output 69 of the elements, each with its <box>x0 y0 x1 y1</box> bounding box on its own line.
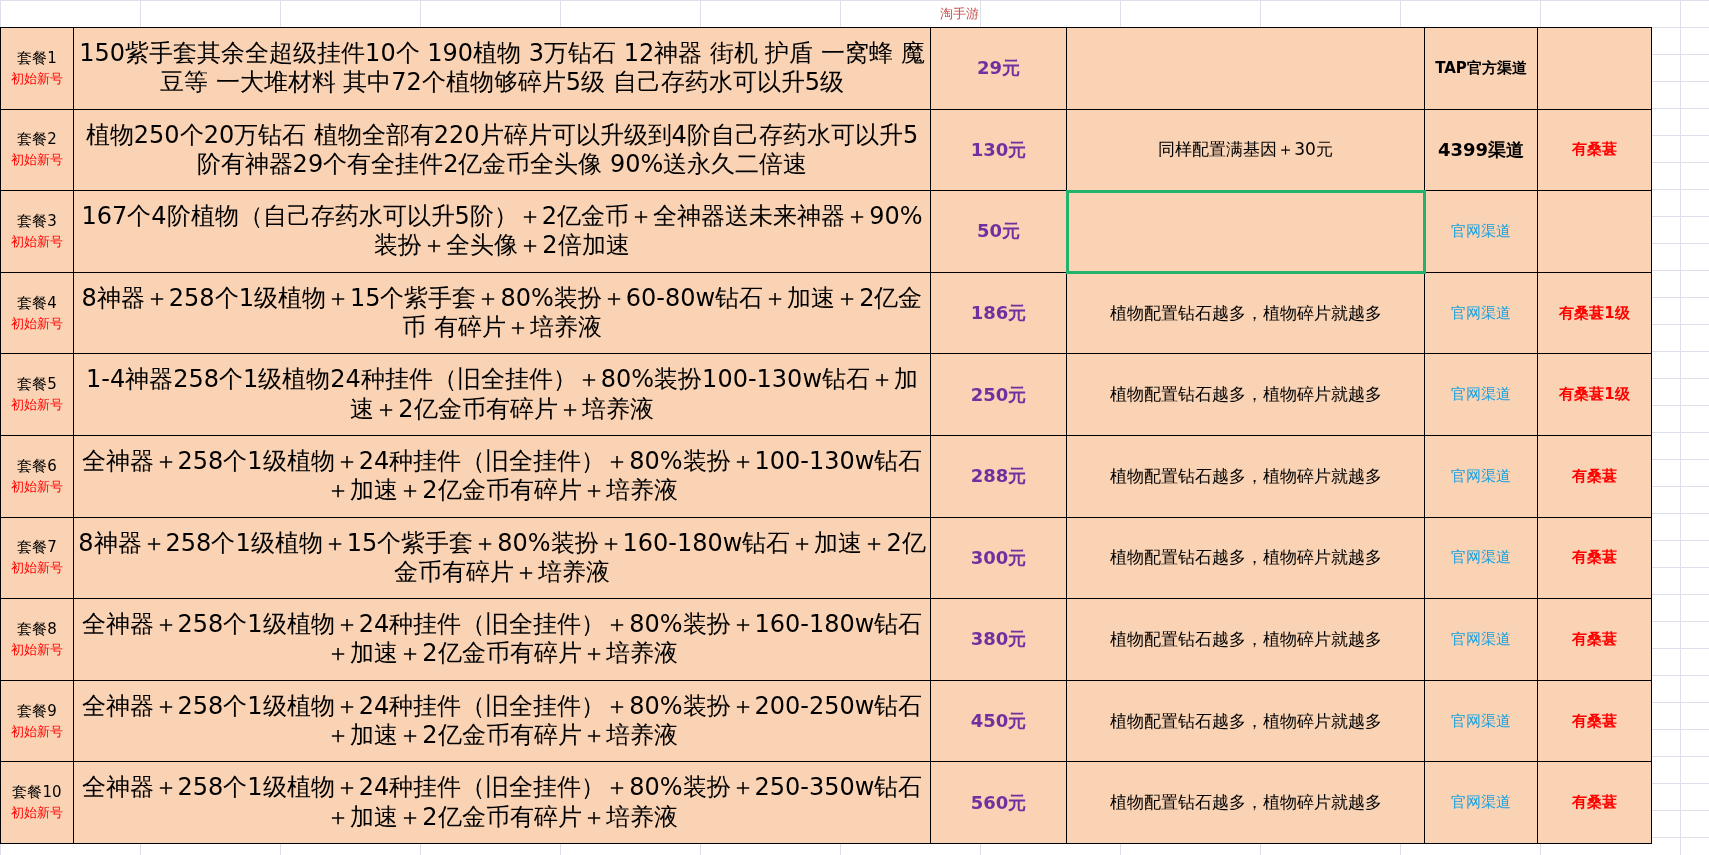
table-cell[interactable]: 植物配置钻石越多，植物碎片就越多 <box>1067 354 1425 436</box>
table-cell: 有桑葚 <box>1538 762 1652 844</box>
table-cell[interactable]: 植物配置钻石越多，植物碎片就越多 <box>1067 762 1425 844</box>
table-cell: 官网渠道 <box>1425 272 1538 355</box>
table-cell: 167个4阶植物（自己存药水可以升5阶）＋2亿金币＋全神器送未来神器＋90%装扮＋全头像＋2倍加速 <box>74 191 931 273</box>
table-cell[interactable]: 植物配置钻石越多，植物碎片就越多 <box>1067 680 1425 763</box>
table-cell: 有桑葚 <box>1538 680 1652 763</box>
table-cell: 有桑葚 <box>1538 599 1652 681</box>
table-cell[interactable]: 植物配置钻石越多，植物碎片就越多 <box>1067 599 1425 681</box>
package-name: 套餐10 <box>12 783 62 803</box>
package-name: 套餐1 <box>17 48 57 68</box>
table-cell: 有桑葚 <box>1538 517 1652 600</box>
table-cell[interactable] <box>1067 191 1425 273</box>
package-tag: 初始新号 <box>11 233 63 251</box>
package-tag: 初始新号 <box>11 151 63 170</box>
table-cell: 250元 <box>931 354 1067 436</box>
table-cell[interactable]: 植物配置钻石越多，植物碎片就越多 <box>1067 272 1425 355</box>
package-tag: 初始新号 <box>11 640 63 659</box>
table-cell: 288元 <box>931 435 1067 518</box>
table-cell: 有桑葚1级 <box>1538 354 1652 436</box>
package-tag: 初始新号 <box>11 804 63 823</box>
table-cell: 官网渠道 <box>1425 762 1538 844</box>
table-cell[interactable]: 同样配置满基因＋30元 <box>1067 109 1425 192</box>
table-cell: 380元 <box>931 599 1067 681</box>
table-cell: 560元 <box>931 762 1067 844</box>
package-name: 套餐9 <box>17 701 57 721</box>
package-tag: 初始新号 <box>11 69 63 88</box>
package-name: 套餐6 <box>17 456 57 476</box>
table-cell[interactable]: 植物配置钻石越多，植物碎片就越多 <box>1067 435 1425 518</box>
table-cell: 186元 <box>931 272 1067 355</box>
table-cell: 全神器＋258个1级植物＋24种挂件（旧全挂件）＋80%装扮＋100-130w钻石＋加速＋2亿金币有碎片＋培养液 <box>74 435 931 518</box>
package-tag: 初始新号 <box>11 477 63 496</box>
package-tag: 初始新号 <box>11 396 63 415</box>
table-cell: 有桑葚1级 <box>1538 272 1652 355</box>
package-tag: 初始新号 <box>11 722 63 741</box>
table-cell: 29元 <box>931 28 1067 110</box>
table-cell: 全神器＋258个1级植物＋24种挂件（旧全挂件）＋80%装扮＋160-180w钻石＋加速＋2亿金币有碎片＋培养液 <box>74 599 931 681</box>
package-name: 套餐7 <box>17 538 57 558</box>
table-cell[interactable]: 植物配置钻石越多，植物碎片就越多 <box>1067 517 1425 600</box>
table-cell: 50元 <box>931 191 1067 273</box>
table-cell[interactable] <box>1067 28 1425 110</box>
table-cell: 有桑葚 <box>1538 435 1652 518</box>
table-cell: 150紫手套其余全超级挂件10个 190植物 3万钻石 12神器 街机 护盾 一窝蜂 魔豆等 一大堆材料 其中72个植物够碎片5级 自己存药水可以升5级 <box>74 28 931 110</box>
package-tag: 初始新号 <box>11 314 63 333</box>
package-name: 套餐3 <box>17 212 57 231</box>
table-cell: 1-4神器258个1级植物24种挂件（旧全挂件）＋80%装扮100-130w钻石＋加速＋2亿金币有碎片＋培养液 <box>74 354 931 436</box>
sheet-title: 淘手游 <box>940 4 979 23</box>
package-name: 套餐4 <box>17 293 57 313</box>
table-cell: 官网渠道 <box>1425 680 1538 763</box>
table-cell: 4399渠道 <box>1425 109 1538 192</box>
package-tag: 初始新号 <box>11 559 63 578</box>
table-cell: 300元 <box>931 517 1067 600</box>
table-cell: 官网渠道 <box>1425 517 1538 600</box>
table-cell: 全神器＋258个1级植物＋24种挂件（旧全挂件）＋80%装扮＋250-350w钻石＋加速＋2亿金币有碎片＋培养液 <box>74 762 931 844</box>
table-cell: 全神器＋258个1级植物＋24种挂件（旧全挂件）＋80%装扮＋200-250w钻石＋加速＋2亿金币有碎片＋培养液 <box>74 680 931 763</box>
table-cell: 450元 <box>931 680 1067 763</box>
package-name: 套餐8 <box>17 619 57 639</box>
table-cell: 8神器＋258个1级植物＋15个紫手套＋80%装扮＋160-180w钻石＋加速＋2亿金币有碎片＋培养液 <box>74 517 931 600</box>
table-cell: 官网渠道 <box>1425 354 1538 436</box>
package-name: 套餐2 <box>17 130 57 150</box>
table-cell: 植物250个20万钻石 植物全部有220片碎片可以升级到4阶自己存药水可以升5阶有神器29个有全挂件2亿金币全头像 90%送永久二倍速 <box>74 109 931 192</box>
table-cell: 有桑葚 <box>1538 109 1652 192</box>
table-cell: 8神器＋258个1级植物＋15个紫手套＋80%装扮＋60-80w钻石＋加速＋2亿金币 有碎片＋培养液 <box>74 272 931 355</box>
table-cell: 官网渠道 <box>1425 191 1538 273</box>
table-cell: 官网渠道 <box>1425 599 1538 681</box>
table-cell: TAP官方渠道 <box>1425 28 1538 110</box>
table-cell: 130元 <box>931 109 1067 192</box>
package-name: 套餐5 <box>17 375 57 395</box>
table-cell: 官网渠道 <box>1425 435 1538 518</box>
